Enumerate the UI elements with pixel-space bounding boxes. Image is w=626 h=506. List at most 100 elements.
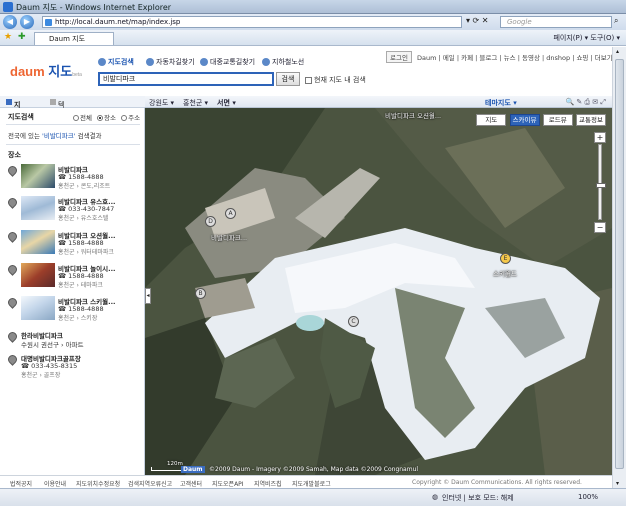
map-type-traffic[interactable]: 교통정보 <box>576 114 606 126</box>
back-button[interactable]: ◀ <box>3 15 17 29</box>
scroll-down-icon[interactable]: ▾ <box>616 480 619 487</box>
marker-label: 비발디파크... <box>211 234 248 242</box>
marker-label: 비발디파크 오션월... <box>385 112 442 120</box>
list-item[interactable]: 비발디파크 오션월... ☎ 1588-4888 홍천군 › 워터테마파크 <box>6 230 142 260</box>
theme-map-dropdown[interactable]: 테마지도 ▾ <box>485 98 517 108</box>
link-video[interactable]: 동영상 <box>522 54 540 62</box>
scope-radios: 전체 장소 주소 <box>70 112 140 122</box>
service-map-search[interactable]: 지도검색 <box>98 57 134 67</box>
zoom-in-button[interactable]: + <box>594 132 606 143</box>
search-button[interactable]: 검색 <box>276 72 300 86</box>
browser-search-input[interactable]: Google <box>500 16 612 28</box>
crumb-province[interactable]: 강원도 ▾ <box>149 98 174 108</box>
satellite-map[interactable]: 지도 스카이뷰 로드뷰 교통정보 + − D A 비발디파크... B C E … <box>145 108 612 475</box>
add-favorite-icon[interactable]: ✚ <box>18 32 26 42</box>
favorites-star-icon[interactable]: ★ <box>4 32 12 42</box>
link-mail[interactable]: 메일 <box>443 54 455 62</box>
link-cafe[interactable]: 카페 <box>461 54 473 62</box>
radio-icon <box>121 115 128 121</box>
security-zone[interactable]: 인터넷 | 보호 모드: 해제 <box>442 493 514 503</box>
collapse-panel-button[interactable]: ◂ <box>145 288 151 304</box>
command-bar[interactable]: 페이지(P) ▾ 도구(O) ▾ <box>553 33 620 43</box>
map-type-map[interactable]: 지도 <box>476 114 507 126</box>
within-map-checkbox[interactable]: 현재 지도 내 검색 <box>305 75 366 85</box>
link-blog[interactable]: 블로그 <box>479 54 497 62</box>
favorites-bar: ★ ✚ Daum 지도 페이지(P) ▾ 도구(O) ▾ <box>0 30 626 46</box>
radio-address[interactable]: 주소 <box>118 114 140 122</box>
result-thumbnail[interactable] <box>21 263 55 287</box>
map-marker[interactable]: E <box>500 253 511 264</box>
link-dnshop[interactable]: dnshop <box>546 54 570 62</box>
result-phone: ☎ 1588-4888 <box>58 239 104 247</box>
browser-tab[interactable]: Daum 지도 <box>34 32 114 45</box>
scroll-thumb[interactable] <box>615 59 624 469</box>
search-input[interactable]: 비발디파크 <box>98 72 274 86</box>
link-daum[interactable]: Daum <box>417 54 436 62</box>
tab-map-view[interactable]: 지도보기 <box>6 98 20 139</box>
map-marker[interactable]: B <box>195 288 206 299</box>
result-phone: ☎ 033-430-7847 <box>58 205 115 213</box>
result-thumbnail[interactable] <box>21 296 55 320</box>
footer-link[interactable]: 지도개발블로그 <box>292 479 331 488</box>
link-news[interactable]: 뉴스 <box>504 54 516 62</box>
map-marker[interactable]: D <box>205 216 216 227</box>
service-subway[interactable]: 지하철노선 <box>262 57 304 67</box>
list-item[interactable]: 비발디파크 스키월... ☎ 1588-4888 홍천군 › 스키장 <box>6 296 142 326</box>
zoom-knob[interactable] <box>596 183 606 188</box>
radio-label: 주소 <box>128 114 141 122</box>
left-view-tabs: 지도보기 텍스트보기 <box>0 96 145 149</box>
map-tool-icons[interactable]: 🔍 ✎ ⎙ ✉ ⤢ <box>565 98 606 107</box>
service-label: 대중교통길찾기 <box>210 58 256 66</box>
list-item[interactable]: 비발디파크 놀이시... ☎ 1588-4888 홍천군 › 테마파크 <box>6 263 142 293</box>
map-pin-icon <box>6 330 19 343</box>
result-category: 홍천군 › 골프장 <box>21 372 61 379</box>
scroll-up-icon[interactable]: ▴ <box>616 48 619 55</box>
map-type-roadview[interactable]: 로드뷰 <box>542 114 573 126</box>
url-field[interactable]: http://local.daum.net/map/index.jsp <box>42 16 462 28</box>
footer-link[interactable]: 검색지역오류신고 <box>128 479 172 488</box>
list-item[interactable]: 비발디파크 ☎ 1588-4888 홍천군 › 콘도,리조트 <box>6 164 142 194</box>
divider <box>6 124 140 125</box>
radio-all[interactable]: 전체 <box>70 114 92 122</box>
refresh-stop-icons[interactable]: ▾ ⟳ ✕ <box>466 16 489 25</box>
search-icon[interactable]: ⌕ <box>614 16 618 26</box>
footer-link[interactable]: 법적공지 <box>10 479 32 488</box>
page-scrollbar[interactable]: ▴ ▾ <box>612 47 626 488</box>
crumb-district[interactable]: 서면 ▾ <box>217 98 236 108</box>
map-pin-icon <box>6 196 19 209</box>
list-item[interactable]: 대명비발디파크골프장 ☎ 033-435-8315 홍천군 › 골프장 <box>6 353 142 383</box>
map-pin-icon <box>6 230 19 243</box>
link-shopping[interactable]: 쇼핑 <box>576 54 588 62</box>
service-transit-route[interactable]: 대중교통길찾기 <box>200 57 255 67</box>
result-thumbnail[interactable] <box>21 164 55 188</box>
result-thumbnail[interactable] <box>21 230 55 254</box>
map-marker[interactable]: A <box>225 208 236 219</box>
footer-link[interactable]: 이용안내 <box>44 479 66 488</box>
tab-text-view[interactable]: 텍스트보기 <box>50 98 64 149</box>
result-category: 홍천군 › 유스호스텔 <box>58 215 109 222</box>
list-item[interactable]: 비발디파크 유스호... ☎ 033-430-7847 홍천군 › 유스호스텔 <box>6 196 142 226</box>
map-marker[interactable]: C <box>348 316 359 327</box>
service-car-route[interactable]: 자동차길찾기 <box>146 57 195 67</box>
footer-link[interactable]: 고객센터 <box>180 479 202 488</box>
summary-prefix: 전국에 있는 <box>8 132 40 140</box>
login-button[interactable]: 로그인 <box>386 51 412 63</box>
footer-link[interactable]: 지도오픈API <box>212 479 244 488</box>
zoom-out-button[interactable]: − <box>594 222 606 233</box>
address-bar: ◀ ▶ http://local.daum.net/map/index.jsp … <box>0 14 626 30</box>
list-item[interactable]: 한라비발디파크 수원시 권선구 › 아파트 <box>6 330 142 350</box>
map-pin-icon <box>6 263 19 276</box>
daum-map-logo[interactable]: daum 지도beta <box>10 61 82 80</box>
radio-place[interactable]: 장소 <box>94 114 116 122</box>
footer-link[interactable]: 지역비즈칩 <box>254 479 282 488</box>
checkbox-label: 현재 지도 내 검색 <box>314 76 366 84</box>
forward-button[interactable]: ▶ <box>20 15 34 29</box>
result-thumbnail[interactable] <box>21 196 55 220</box>
crumb-county[interactable]: 홍천군 ▾ <box>183 98 208 108</box>
car-icon <box>146 58 154 66</box>
site-header: daum 지도beta 지도검색 자동차길찾기 대중교통길찾기 지하철노선 비발… <box>0 47 626 95</box>
zoom-slider[interactable] <box>596 144 606 220</box>
map-type-skyview[interactable]: 스카이뷰 <box>509 114 540 126</box>
zoom-level[interactable]: 100% <box>578 493 598 501</box>
footer-link[interactable]: 지도위치수정요청 <box>76 479 120 488</box>
